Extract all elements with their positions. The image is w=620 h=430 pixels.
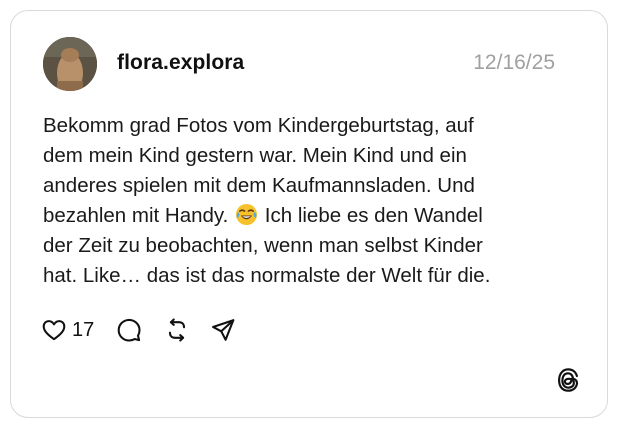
like-count: 17 [72,318,95,341]
post-text: Bekomm grad Fotos vom Kindergeburtstag, … [43,111,563,291]
like-button[interactable]: 17 [41,317,94,343]
post-card: flora.explora 12/16/25 Bekomm grad Fotos… [10,10,608,418]
username[interactable]: flora.explora [117,51,244,75]
post-text-line: der Zeit zu beobachten, wenn man selbst … [43,234,483,257]
avatar-image [43,37,97,91]
share-button[interactable] [210,317,236,343]
repost-icon [169,318,186,342]
post-text-line: hat. Like… das ist das normalste der Wel… [43,264,491,287]
repost-button[interactable] [164,317,190,343]
post-text-line: anderes spielen mit dem Kaufmannsladen. … [43,174,475,197]
post-text-line-with-emoji: bezahlen mit Handy. Ich liebe es den Wan… [43,201,563,231]
send-icon [212,319,235,341]
post-text-segment: Ich liebe es den Wandel [264,204,483,227]
post-actions: 17 [41,315,236,345]
post-text-line: dem mein Kind gestern war. Mein Kind und… [43,144,467,167]
heart-icon [42,320,66,341]
tears-of-joy-emoji-icon [236,203,258,226]
avatar[interactable] [43,37,97,91]
post-text-segment: bezahlen mit Handy. [43,204,229,227]
comment-button[interactable] [116,317,142,343]
post-text-line: Bekomm grad Fotos vom Kindergeburtstag, … [43,114,474,137]
threads-logo-icon [558,368,579,392]
post-timestamp: 12/16/25 [473,51,555,74]
comment-icon [117,318,141,342]
